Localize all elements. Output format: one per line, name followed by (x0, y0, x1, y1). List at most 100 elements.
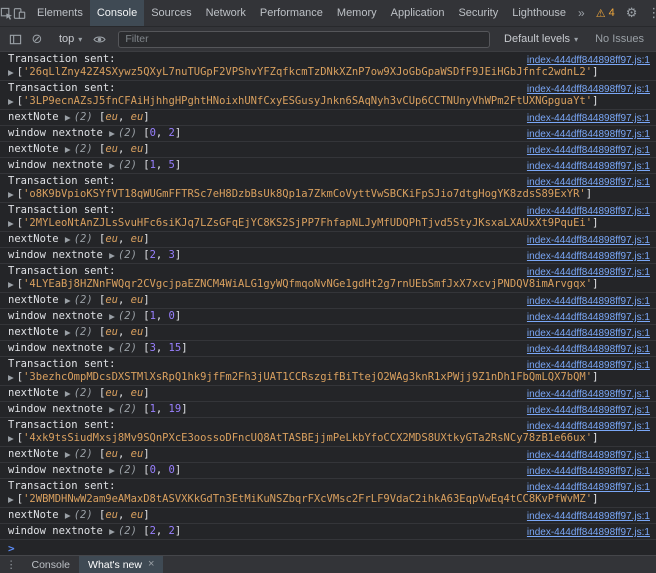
settings-gear-icon[interactable]: ⚙ (621, 7, 643, 20)
sidebar-glyph-icon (9, 34, 21, 44)
drawer-tab-what-s-new[interactable]: What's new × (79, 556, 164, 573)
tab-console[interactable]: Console (89, 0, 145, 26)
expand-arrow-icon[interactable]: ▶ (8, 371, 14, 384)
expand-arrow-icon[interactable]: ▶ (109, 127, 115, 140)
source-link[interactable]: index-444dff844898ff97.js:1 (527, 311, 650, 324)
drawer-tab-console[interactable]: Console (23, 556, 80, 573)
string-value: '4LYEaBj8HZNnFWQqr2CVgcjpaEZNCM4WiALG1gy… (23, 278, 593, 290)
expand-arrow-icon[interactable]: ▶ (65, 509, 71, 522)
console-sidebar-icon[interactable] (4, 33, 26, 46)
expand-arrow-icon[interactable]: ▶ (65, 143, 71, 156)
inspect-element-icon[interactable] (0, 0, 13, 26)
expand-arrow-icon[interactable]: ▶ (8, 432, 14, 445)
source-link[interactable]: index-444dff844898ff97.js:1 (527, 54, 650, 67)
bracket: ] (143, 387, 150, 399)
console-row: window nextnote ▶ (2) [1, 19] index-444dff… (0, 402, 656, 418)
source-link[interactable]: index-444dff844898ff97.js:1 (527, 250, 650, 263)
console-prompt[interactable]: > (0, 540, 656, 555)
device-toolbar-icon[interactable] (13, 0, 26, 26)
log-label: nextNote (8, 509, 65, 521)
source-link[interactable]: index-444dff844898ff97.js:1 (527, 176, 650, 189)
console-row: window nextnote ▶ (2) [1, 5] index-444dff8… (0, 158, 656, 174)
console-row: Transaction sent: ▶ ['3LP9ecnAZsJ5fnCFAiHj… (0, 81, 656, 110)
source-link[interactable]: index-444dff844898ff97.js:1 (527, 128, 650, 141)
expand-arrow-icon[interactable]: ▶ (65, 387, 71, 400)
source-link[interactable]: index-444dff844898ff97.js:1 (527, 510, 650, 523)
tab-lighthouse[interactable]: Lighthouse (505, 0, 573, 26)
source-link[interactable]: index-444dff844898ff97.js:1 (527, 266, 650, 279)
source-link[interactable]: index-444dff844898ff97.js:1 (527, 449, 650, 462)
expand-arrow-icon[interactable]: ▶ (65, 448, 71, 461)
source-link[interactable]: index-444dff844898ff97.js:1 (527, 420, 650, 433)
source-link[interactable]: index-444dff844898ff97.js:1 (527, 112, 650, 125)
array-length: (2) (73, 387, 99, 399)
comma: , (155, 159, 169, 171)
source-link[interactable]: index-444dff844898ff97.js:1 (527, 526, 650, 539)
source-link[interactable]: index-444dff844898ff97.js:1 (527, 83, 650, 96)
tab-performance[interactable]: Performance (253, 0, 330, 26)
source-link[interactable]: index-444dff844898ff97.js:1 (527, 481, 650, 494)
expand-arrow-icon[interactable]: ▶ (109, 342, 115, 355)
expand-arrow-icon[interactable]: ▶ (109, 159, 115, 172)
expand-arrow-icon[interactable]: ▶ (8, 66, 14, 79)
tab-security[interactable]: Security (451, 0, 505, 26)
object-value: eu (130, 111, 144, 123)
drawer-menu-icon[interactable]: ⋮ (0, 556, 23, 573)
expand-arrow-icon[interactable]: ▶ (109, 403, 115, 416)
filter-input[interactable] (118, 30, 491, 48)
expand-arrow-icon[interactable]: ▶ (109, 310, 115, 323)
object-value: eu (130, 294, 144, 306)
log-label: window nextnote (8, 464, 110, 476)
expand-arrow-icon[interactable]: ▶ (65, 233, 71, 246)
tab-elements[interactable]: Elements (30, 0, 90, 26)
source-link[interactable]: index-444dff844898ff97.js:1 (527, 388, 650, 401)
more-tabs-icon[interactable]: » (573, 0, 590, 26)
source-link[interactable]: index-444dff844898ff97.js:1 (527, 343, 650, 356)
source-link[interactable]: index-444dff844898ff97.js:1 (527, 160, 650, 173)
live-expression-eye-icon[interactable] (88, 33, 110, 46)
warnings-badge[interactable]: ⚠ 4 (590, 7, 621, 20)
expand-arrow-icon[interactable]: ▶ (65, 294, 71, 307)
source-link[interactable]: index-444dff844898ff97.js:1 (527, 327, 650, 340)
expand-arrow-icon[interactable]: ▶ (65, 326, 71, 339)
panel-tab-bar: Elements Console Sources Network Performance… (0, 0, 656, 27)
tab-application[interactable]: Application (384, 0, 452, 26)
expand-arrow-icon[interactable]: ▶ (109, 249, 115, 262)
comma: , (117, 294, 131, 306)
kebab-menu-icon[interactable]: ⋮ (642, 7, 656, 20)
expand-arrow-icon[interactable]: ▶ (8, 188, 14, 201)
bracket: ] (592, 66, 599, 78)
expand-arrow-icon[interactable]: ▶ (8, 493, 14, 506)
source-link[interactable]: index-444dff844898ff97.js:1 (527, 234, 650, 247)
source-link[interactable]: index-444dff844898ff97.js:1 (527, 465, 650, 478)
tab-network[interactable]: Network (199, 0, 253, 26)
close-icon[interactable]: × (148, 559, 154, 570)
expand-arrow-icon[interactable]: ▶ (8, 217, 14, 230)
source-link[interactable]: index-444dff844898ff97.js:1 (527, 359, 650, 372)
log-label: Transaction sent: (8, 175, 116, 187)
object-value: eu (105, 387, 118, 399)
source-link[interactable]: index-444dff844898ff97.js:1 (527, 295, 650, 308)
clear-console-icon[interactable]: ⊘ (26, 33, 48, 46)
tab-memory[interactable]: Memory (330, 0, 384, 26)
source-link[interactable]: index-444dff844898ff97.js:1 (527, 205, 650, 218)
expand-arrow-icon[interactable]: ▶ (8, 95, 14, 108)
comma: , (155, 127, 169, 139)
log-levels-selector[interactable]: Default levels ▾ (498, 33, 584, 45)
log-label: Transaction sent: (8, 480, 116, 492)
issues-status[interactable]: No Issues (589, 33, 652, 45)
drawer-tab-label: Console (31, 558, 71, 571)
bracket: ] (143, 233, 150, 245)
context-selector[interactable]: top ▾ (53, 33, 88, 45)
comma: , (155, 310, 169, 322)
array-preview-line: ▶ ['4xk9tsSiudMxsj8Mv9SQnPXcE3oossoDFncUQ… (8, 432, 648, 445)
expand-arrow-icon[interactable]: ▶ (109, 525, 115, 538)
tab-sources[interactable]: Sources (144, 0, 198, 26)
source-link[interactable]: index-444dff844898ff97.js:1 (527, 144, 650, 157)
expand-arrow-icon[interactable]: ▶ (65, 111, 71, 124)
expand-arrow-icon[interactable]: ▶ (109, 464, 115, 477)
expand-arrow-icon[interactable]: ▶ (8, 278, 14, 291)
log-label: Transaction sent: (8, 204, 116, 216)
source-link[interactable]: index-444dff844898ff97.js:1 (527, 404, 650, 417)
console-messages: Transaction sent: ▶ ['26qLlZny42Z4SXywz5QX… (0, 52, 656, 555)
